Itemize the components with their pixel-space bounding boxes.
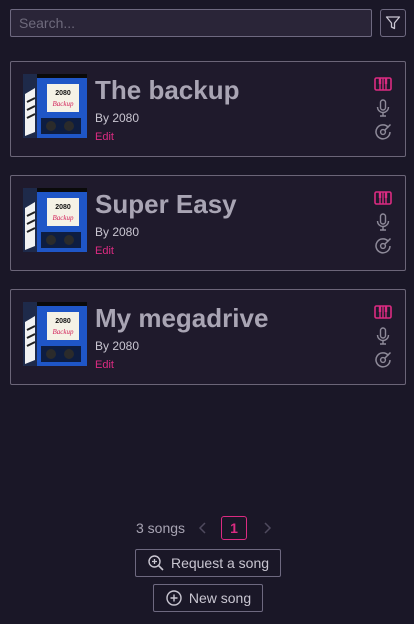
search-bar [10,9,406,37]
album-cover: 2080 Backup [23,302,87,366]
song-card[interactable]: 2080 Backup Super Easy By 2080 Edit [10,175,406,271]
piano-icon[interactable] [373,188,393,208]
song-artist: By 2080 [95,111,140,125]
request-song-button[interactable]: Request a song [135,549,281,577]
svg-text:2080: 2080 [55,318,71,325]
piano-icon[interactable] [373,302,393,322]
drum-icon[interactable] [373,122,393,142]
microphone-icon[interactable] [373,98,393,118]
pagination: 3 songs 1 [0,516,414,540]
plus-circle-icon [166,590,182,606]
song-instruments [373,302,393,374]
song-artist: By 2080 [95,225,140,239]
album-cover: 2080 Backup [23,74,87,138]
svg-text:2080: 2080 [55,204,71,211]
edit-link[interactable]: Edit [95,245,114,257]
page-button[interactable]: 1 [221,516,247,540]
svg-text:Backup: Backup [53,100,74,108]
song-title[interactable]: The backup [95,75,239,106]
edit-link[interactable]: Edit [95,131,114,143]
svg-text:Backup: Backup [53,328,74,336]
drum-icon[interactable] [373,350,393,370]
song-count: 3 songs [136,520,186,536]
song-instruments [373,74,393,146]
new-song-button[interactable]: New song [153,584,263,612]
piano-icon[interactable] [373,74,393,94]
drum-icon[interactable] [373,236,393,256]
search-plus-icon [148,555,164,571]
filter-icon [385,16,401,30]
chevron-left-icon[interactable] [196,520,210,536]
song-artist: By 2080 [95,339,140,353]
edit-link[interactable]: Edit [95,359,114,371]
search-input[interactable] [10,9,372,37]
microphone-icon[interactable] [373,326,393,346]
song-title[interactable]: My megadrive [95,303,268,334]
song-title[interactable]: Super Easy [95,189,237,220]
chevron-right-icon[interactable] [260,520,274,536]
microphone-icon[interactable] [373,212,393,232]
svg-text:2080: 2080 [55,90,71,97]
song-card[interactable]: 2080 Backup The backup By 2080 Edit [10,61,406,157]
request-song-label: Request a song [170,555,270,571]
song-card[interactable]: 2080 Backup My megadrive By 2080 Edit [10,289,406,385]
new-song-label: New song [188,590,252,606]
svg-text:Backup: Backup [53,214,74,222]
song-instruments [373,188,393,260]
album-cover: 2080 Backup [23,188,87,252]
filter-button[interactable] [380,9,406,37]
